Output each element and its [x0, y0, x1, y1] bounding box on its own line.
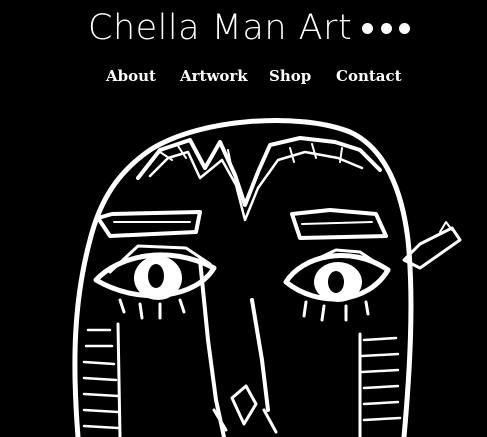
- site-header: Chella Man Art About Artwork Shop Contac…: [0, 0, 487, 100]
- more-dots-icon[interactable]: [362, 17, 410, 39]
- menu-dot: [380, 22, 392, 34]
- menu-dot: [362, 22, 373, 34]
- nav-link-contact[interactable]: Contact: [336, 64, 402, 88]
- menu-dot: [399, 22, 410, 34]
- site-title-link[interactable]: Chella Man Art: [88, 6, 352, 50]
- nav-link-about[interactable]: About: [106, 64, 156, 88]
- main-nav: About Artwork Shop Contact: [0, 64, 487, 88]
- nav-link-artwork[interactable]: Artwork: [180, 64, 248, 88]
- nav-link-shop[interactable]: Shop: [269, 64, 311, 88]
